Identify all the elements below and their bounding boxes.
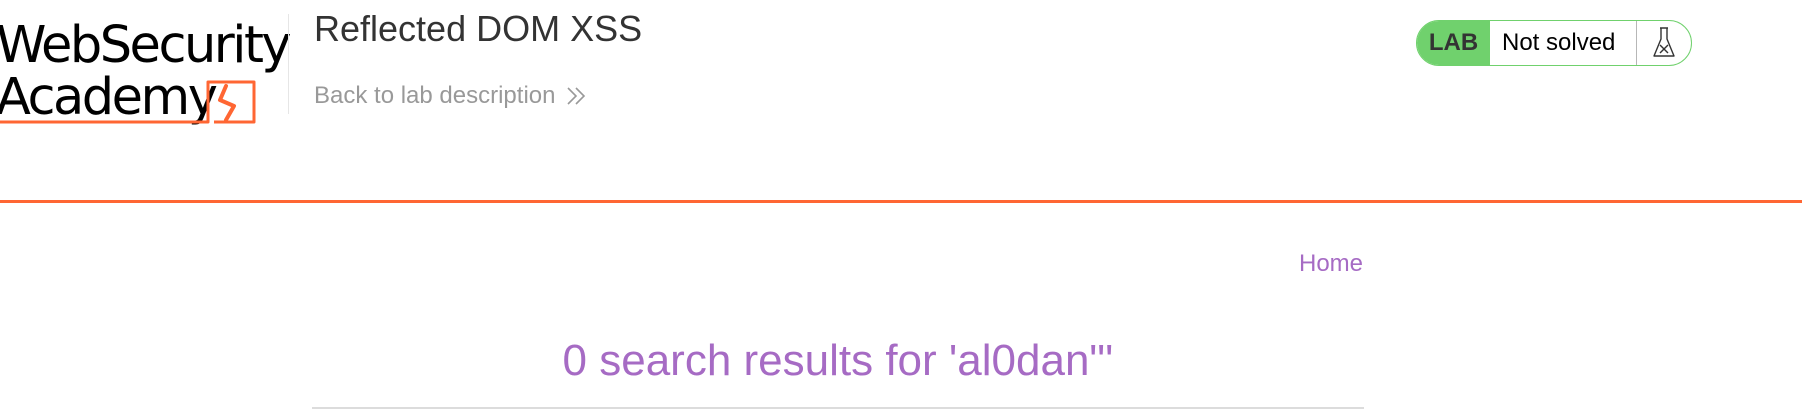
page: WebSecurity Academy Reflected DOM XSS Ba… — [0, 0, 1802, 411]
search-results-heading: 0 search results for 'al0dan"' — [562, 336, 1114, 385]
flask-icon — [1637, 21, 1691, 65]
logo-mark-icon — [0, 80, 256, 124]
nav-home-link[interactable]: Home — [1299, 250, 1363, 278]
back-to-lab-description-link[interactable]: Back to lab description — [314, 82, 587, 110]
back-link-label: Back to lab description — [314, 82, 556, 109]
lab-status-text: Not solved — [1490, 21, 1637, 65]
results-divider — [312, 407, 1364, 409]
header-separator — [0, 200, 1802, 203]
lab-title: Reflected DOM XSS — [314, 8, 643, 49]
double-chevron-right-icon — [565, 85, 587, 107]
web-security-academy-logo[interactable]: WebSecurity Academy — [0, 14, 292, 126]
lab-status-widget: LAB Not solved — [1416, 20, 1692, 66]
lab-badge: LAB — [1417, 21, 1490, 65]
header-divider — [288, 14, 289, 114]
